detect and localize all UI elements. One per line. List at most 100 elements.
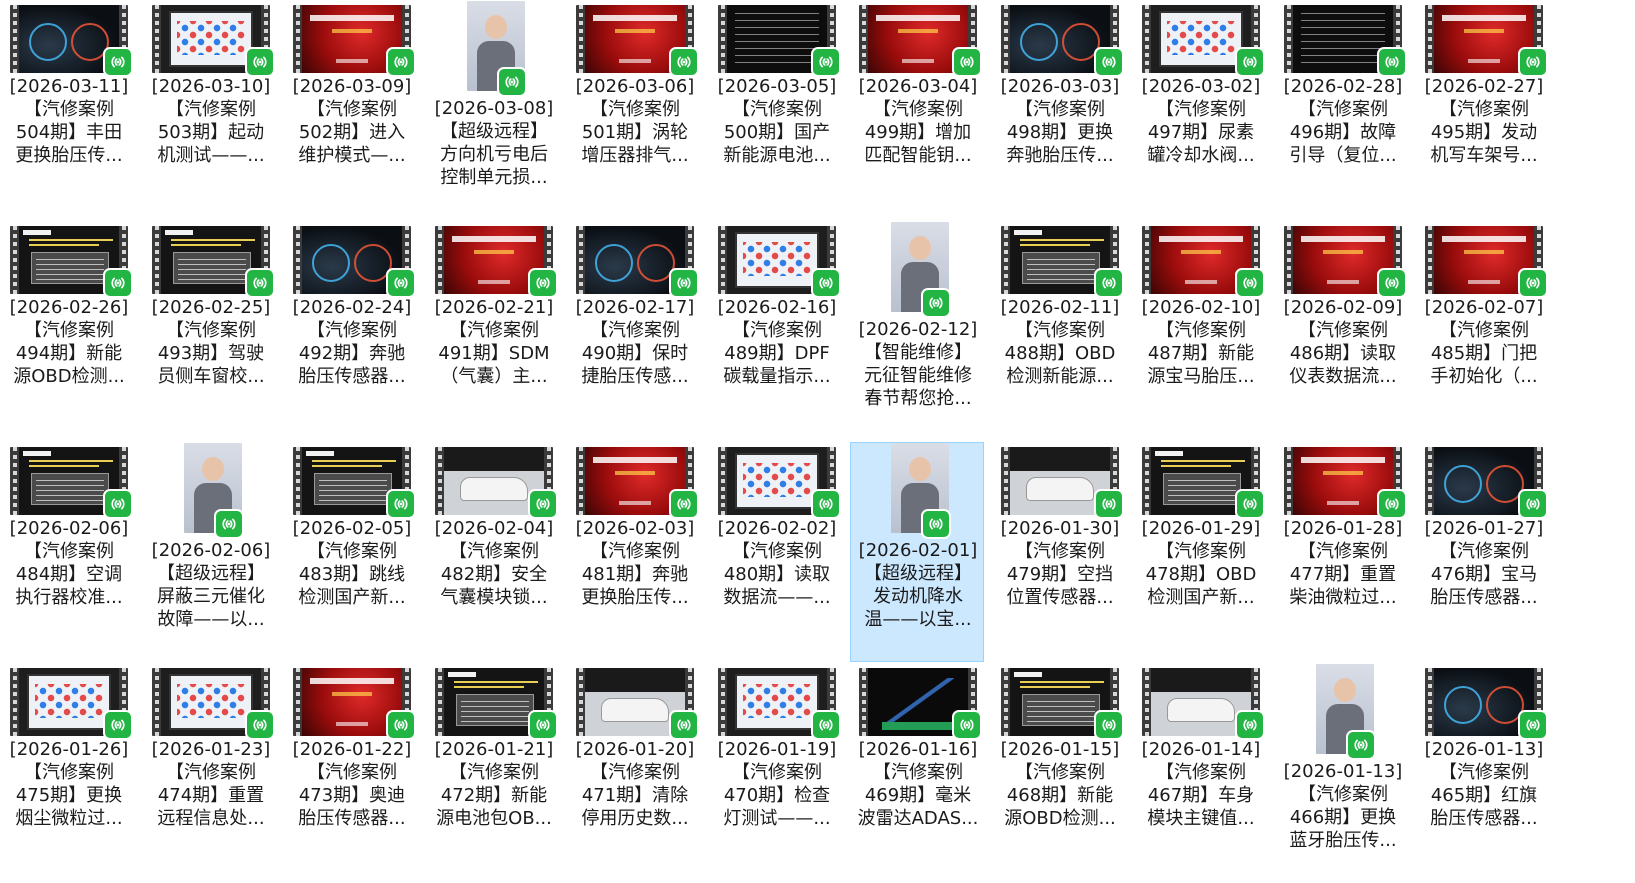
file-name-line: 【汽修案例 [307, 541, 397, 562]
file-name-line: 【汽修案例 [166, 99, 256, 120]
file-item[interactable]: [2026-03-09] 【汽修案例 502期】进入 维护模式—... [284, 0, 418, 220]
wechat-channels-icon [952, 47, 982, 77]
file-item[interactable]: [2026-01-29] 【汽修案例 478期】OBD 检测国产新... [1133, 442, 1267, 662]
file-item[interactable]: [2026-03-11] 【汽修案例 504期】丰田 更换胎压传... [1, 0, 135, 220]
file-item[interactable]: [2026-01-23] 【汽修案例 474期】重置 远程信息处... [143, 663, 277, 883]
file-item[interactable]: [2026-01-21] 【汽修案例 472期】新能 源电池包OB... [426, 663, 560, 883]
file-item[interactable]: [2026-01-26] 【汽修案例 475期】更换 烟尘微粒过... [1, 663, 135, 883]
file-name-line: 碳载量指示... [723, 366, 831, 387]
file-name-line: 【汽修案例 [449, 320, 539, 341]
file-name-line: 496期】故障 [1289, 122, 1397, 143]
file-item[interactable]: [2026-03-10] 【汽修案例 503期】起动 机测试——... [143, 0, 277, 220]
file-name-line: [2026-02-12] [858, 319, 978, 340]
file-item[interactable]: [2026-02-17] 【汽修案例 490期】保时 捷胎压传感... [567, 221, 701, 441]
file-item[interactable]: [2026-02-28] 【汽修案例 496期】故障 引导（复位... [1275, 0, 1409, 220]
wechat-channels-icon [214, 509, 244, 539]
file-name-line: 方向机亏电后 [440, 144, 548, 165]
file-item[interactable]: [2026-02-24] 【汽修案例 492期】奔驰 胎压传感器... [284, 221, 418, 441]
file-name-line: 手初始化（... [1430, 366, 1538, 387]
file-item[interactable]: [2026-01-19] 【汽修案例 470期】检查 灯测试——... [709, 663, 843, 883]
file-name-line: 【汽修案例 [873, 99, 963, 120]
file-name-line: 497期】尿素 [1147, 122, 1255, 143]
file-item[interactable]: [2026-01-20] 【汽修案例 471期】清除 停用历史数... [567, 663, 701, 883]
file-item[interactable]: [2026-03-04] 【汽修案例 499期】增加 匹配智能钥... [850, 0, 984, 220]
file-name-line: 【汽修案例 [1298, 541, 1388, 562]
file-name-line: 501期】涡轮 [581, 122, 689, 143]
file-name-line: 500期】国产 [723, 122, 831, 143]
file-item[interactable]: [2026-02-16] 【汽修案例 489期】DPF 碳载量指示... [709, 221, 843, 441]
file-item[interactable]: [2026-01-22] 【汽修案例 473期】奥迪 胎压传感器... [284, 663, 418, 883]
file-name-line: 位置传感器... [1006, 587, 1114, 608]
file-item[interactable]: [2026-01-13] 【汽修案例 466期】更换 蓝牙胎压传... [1275, 663, 1409, 883]
file-item[interactable]: [2026-02-12] 【智能维修】 元征智能维修 春节帮您抢... [850, 221, 984, 441]
file-name-line: 【汽修案例 [732, 762, 822, 783]
file-name: [2026-02-26] 【汽修案例 494期】新能 源OBD检测... [2, 296, 136, 388]
file-name-line: 469期】毫米 [864, 785, 972, 806]
file-name-line: [2026-03-09] [292, 76, 412, 97]
file-name-line: 【汽修案例 [1298, 320, 1388, 341]
file-name-line: 473期】奥迪 [298, 785, 406, 806]
file-name: [2026-03-08] 【超级远程】 方向机亏电后 控制单元损... [427, 97, 561, 189]
file-name: [2026-01-28] 【汽修案例 477期】重置 柴油微粒过... [1276, 517, 1410, 609]
file-name-line: 465期】红旗 [1430, 785, 1538, 806]
file-name-line: [2026-01-21] [434, 739, 554, 760]
file-name: [2026-03-03] 【汽修案例 498期】更换 奔驰胎压传... [993, 75, 1127, 167]
file-item[interactable]: [2026-01-27] 【汽修案例 476期】宝马 胎压传感器... [1416, 442, 1550, 662]
file-item[interactable]: [2026-03-05] 【汽修案例 500期】国产 新能源电池... [709, 0, 843, 220]
file-item[interactable]: [2026-02-26] 【汽修案例 494期】新能 源OBD检测... [1, 221, 135, 441]
file-name: [2026-03-06] 【汽修案例 501期】涡轮 增压器排气... [568, 75, 702, 167]
file-name-line: 491期】SDM [438, 343, 550, 364]
file-item[interactable]: [2026-01-30] 【汽修案例 479期】空挡 位置传感器... [992, 442, 1126, 662]
file-item[interactable]: [2026-02-06] 【汽修案例 484期】空调 执行器校准... [1, 442, 135, 662]
wechat-channels-icon [1346, 730, 1376, 760]
file-name: [2026-01-20] 【汽修案例 471期】清除 停用历史数... [568, 738, 702, 830]
file-name-line: [2026-02-26] [9, 297, 129, 318]
file-item[interactable]: [2026-01-13] 【汽修案例 465期】红旗 胎压传感器... [1416, 663, 1550, 883]
file-item[interactable]: [2026-02-10] 【汽修案例 487期】新能 源宝马胎压... [1133, 221, 1267, 441]
file-name-line: [2026-03-10] [151, 76, 271, 97]
file-name-line: [2026-02-25] [151, 297, 271, 318]
file-item[interactable]: [2026-01-14] 【汽修案例 467期】车身 模块主键值... [1133, 663, 1267, 883]
file-item[interactable]: [2026-03-02] 【汽修案例 497期】尿素 罐冷却水阀... [1133, 0, 1267, 220]
file-item[interactable]: [2026-02-25] 【汽修案例 493期】驾驶 员侧车窗校... [143, 221, 277, 441]
file-name-line: 466期】更换 [1289, 807, 1397, 828]
file-item[interactable]: [2026-02-05] 【汽修案例 483期】跳线 检测国产新... [284, 442, 418, 662]
file-name-line: 增压器排气... [581, 145, 689, 166]
file-name-line: 执行器校准... [15, 587, 123, 608]
file-name-line: 470期】检查 [723, 785, 831, 806]
file-item[interactable]: [2026-02-02] 【汽修案例 480期】读取 数据流——... [709, 442, 843, 662]
file-item[interactable]: [2026-02-07] 【汽修案例 485期】门把 手初始化（... [1416, 221, 1550, 441]
wechat-channels-icon [103, 489, 133, 519]
file-item[interactable]: [2026-02-06] 【超级远程】 屏蔽三元催化 故障——以... [143, 442, 277, 662]
wechat-channels-icon [1518, 710, 1548, 740]
file-item[interactable]: [2026-02-27] 【汽修案例 495期】发动 机写车架号... [1416, 0, 1550, 220]
file-item[interactable]: [2026-03-03] 【汽修案例 498期】更换 奔驰胎压传... [992, 0, 1126, 220]
file-item[interactable]: [2026-02-03] 【汽修案例 481期】奔驰 更换胎压传... [567, 442, 701, 662]
file-name-line: 487期】新能 [1147, 343, 1255, 364]
file-name: [2026-01-21] 【汽修案例 472期】新能 源电池包OB... [427, 738, 561, 830]
file-name-line: 模块主键值... [1147, 808, 1255, 829]
file-item[interactable]: [2026-02-09] 【汽修案例 486期】读取 仪表数据流... [1275, 221, 1409, 441]
file-item[interactable]: [2026-01-16] 【汽修案例 469期】毫米 波雷达ADAS... [850, 663, 984, 883]
file-name-line: 胎压传感器... [298, 366, 406, 387]
file-name-line: 检测国产新... [1147, 587, 1255, 608]
file-name-line: [2026-02-06] [151, 540, 271, 561]
file-name-line: 机测试——... [157, 145, 265, 166]
file-name: [2026-01-19] 【汽修案例 470期】检查 灯测试——... [710, 738, 844, 830]
file-item[interactable]: [2026-01-28] 【汽修案例 477期】重置 柴油微粒过... [1275, 442, 1409, 662]
file-name-line: [2026-01-13] [1283, 761, 1403, 782]
file-item[interactable]: [2026-03-08] 【超级远程】 方向机亏电后 控制单元损... [426, 0, 560, 220]
file-item[interactable]: [2026-02-11] 【汽修案例 488期】OBD 检测新能源... [992, 221, 1126, 441]
file-item[interactable]: [2026-02-01] 【超级远程】 发动机降水 温——以宝... [850, 442, 984, 662]
file-name-line: 新能源电池... [723, 145, 831, 166]
file-name-line: 502期】进入 [298, 122, 406, 143]
file-name: [2026-02-06] 【汽修案例 484期】空调 执行器校准... [2, 517, 136, 609]
file-grid: [2026-03-11] 【汽修案例 504期】丰田 更换胎压传... [2026-03… [0, 0, 1635, 876]
file-item[interactable]: [2026-01-15] 【汽修案例 468期】新能 源OBD检测... [992, 663, 1126, 883]
file-item[interactable]: [2026-02-04] 【汽修案例 482期】安全 气囊模块锁... [426, 442, 560, 662]
file-name-line: 【智能维修】 [864, 342, 972, 363]
wechat-channels-icon [1235, 489, 1265, 519]
file-item[interactable]: [2026-02-21] 【汽修案例 491期】SDM （气囊）主... [426, 221, 560, 441]
file-name-line: 温——以宝... [864, 609, 972, 630]
file-item[interactable]: [2026-03-06] 【汽修案例 501期】涡轮 增压器排气... [567, 0, 701, 220]
